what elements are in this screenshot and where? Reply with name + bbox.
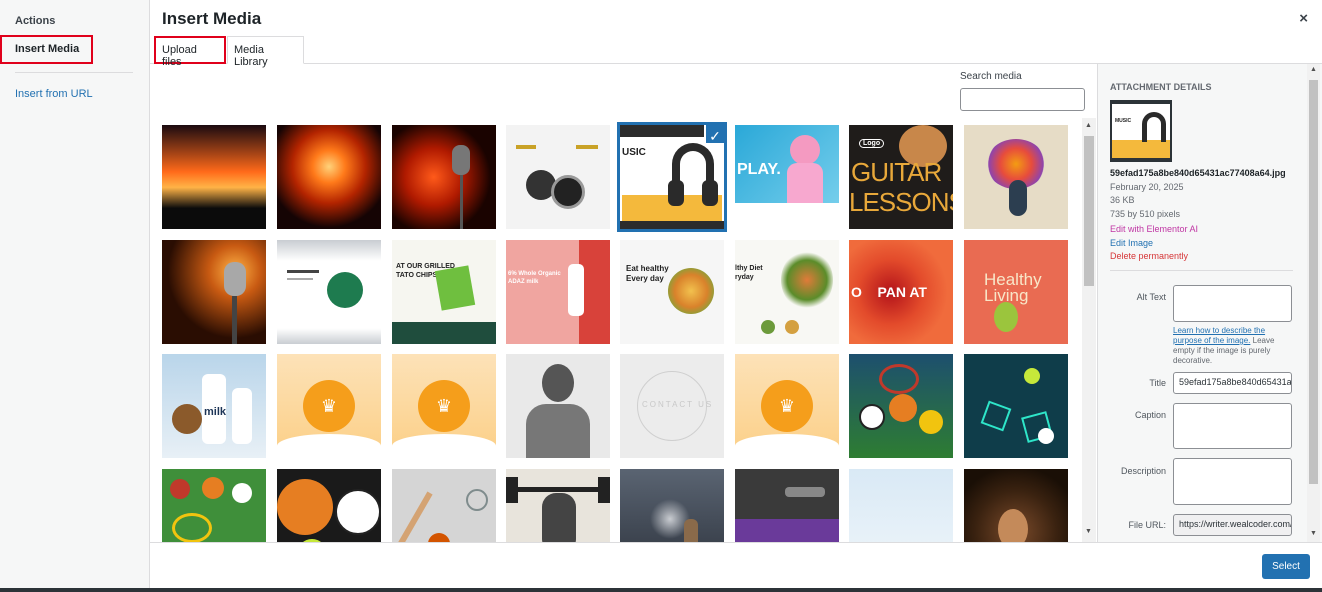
grid-scrollbar[interactable]: ▲ ▼ (1082, 118, 1096, 542)
alt-text-field[interactable] (1173, 285, 1292, 322)
media-item-pomegranate[interactable]: O PAN AT (849, 240, 953, 344)
caption-label: Caption (1134, 410, 1166, 420)
media-item-grilled-chips[interactable]: AT OUR GRILLED TATO CHIPS (392, 240, 496, 344)
edit-image-link[interactable]: Edit Image (1110, 238, 1153, 248)
media-item-healthy-living[interactable]: Healthy Living (964, 240, 1068, 344)
thumb-text-milk: milk (204, 406, 227, 418)
media-item-crown-orange-1[interactable]: ♛ (277, 354, 381, 458)
media-toolbar: Select (150, 542, 1322, 588)
thumb-text-pomeg: O PAN AT (851, 284, 927, 300)
caption-field[interactable] (1173, 403, 1292, 449)
media-item-crown-orange-3[interactable]: ♛ (735, 354, 839, 458)
media-item-music-headphones[interactable]: USIC ✓ (617, 122, 727, 232)
menu-heading: Actions (15, 15, 56, 27)
media-item-man-portrait[interactable] (506, 354, 610, 458)
tab-media-library[interactable]: Media Library (227, 36, 304, 68)
media-item-basketball-soccer[interactable] (277, 469, 381, 542)
thumb-text-diet: lthy Diet ryday (735, 265, 763, 281)
media-item-tennis-cubes[interactable] (964, 354, 1068, 458)
media-item-gym-rope[interactable] (620, 469, 724, 542)
media-item-weightlifter[interactable] (506, 469, 610, 542)
media-item-play-headphones[interactable]: PLAY. (735, 125, 839, 229)
media-item-sports-grass[interactable] (162, 469, 266, 542)
thumb-text-contact: CONTACT US (642, 400, 714, 409)
sidebar-scrollbar[interactable]: ▲ ▼ (1307, 64, 1320, 542)
tab-upload-files[interactable]: Upload files (154, 36, 226, 68)
alt-text-label: Alt Text (1136, 292, 1166, 302)
thumb-text-logo: Logo (859, 139, 885, 148)
attachment-preview-image: MUSIC (1110, 100, 1172, 162)
media-item-eat-healthy[interactable]: Eat healthy Every day (620, 240, 724, 344)
menu-item-insert-media[interactable]: Insert Media (0, 35, 93, 64)
modal-title: Insert Media (162, 9, 262, 28)
sidebar-scrollbar-thumb[interactable] (1309, 80, 1318, 484)
media-frame-menu: Actions Insert Media Insert from URL (0, 0, 150, 588)
bottom-edge (0, 588, 1322, 592)
scroll-up-icon[interactable]: ▲ (1085, 122, 1092, 129)
attachment-date: February 20, 2025 (1110, 182, 1184, 192)
media-item-drum-kit[interactable] (506, 125, 610, 229)
thumb-text-milk-org: 6% Whole Organic ADAZ milk (508, 271, 561, 285)
search-input[interactable] (960, 88, 1085, 111)
media-item-sports-balls[interactable] (849, 354, 953, 458)
media-item-healthy-diet[interactable]: lthy Diet ryday (735, 240, 839, 344)
media-item-blue-sky[interactable] (849, 469, 953, 542)
media-item-microphone-stage[interactable] (162, 240, 266, 344)
sidebar-scroll-up-icon[interactable]: ▲ (1310, 66, 1317, 73)
attachment-details-heading: ATTACHMENT DETAILS (1110, 82, 1212, 92)
grid-scrollbar-thumb[interactable] (1084, 136, 1094, 286)
media-item-dumbbells[interactable] (735, 469, 839, 542)
title-label: Title (1149, 378, 1166, 388)
media-grid: USIC ✓ PLAY. Logo GUITAR LESSONS AT OUR … (150, 118, 1082, 542)
description-label: Description (1120, 466, 1166, 476)
preview-text: MUSIC (1115, 118, 1132, 124)
media-item-microphone-flames[interactable] (392, 125, 496, 229)
thumb-text-healthy: Healthy Living (984, 270, 1042, 305)
title-field[interactable]: 59efad175a8be840d65431ac77408a64 (1173, 372, 1292, 394)
media-item-disco-ball[interactable] (277, 125, 381, 229)
search-label: Search media (960, 71, 1022, 82)
thumb-text-music: USIC (622, 147, 646, 158)
file-url-field[interactable]: https://writer.wealcoder.com/wp-content/… (1173, 514, 1292, 536)
media-item-baseball-bat[interactable] (392, 469, 496, 542)
thumb-text-lessons: LESSONS (849, 187, 953, 217)
media-item-organic-milk[interactable]: 6% Whole Organic ADAZ milk (506, 240, 610, 344)
edit-elementor-ai-link[interactable]: Edit with Elementor AI (1110, 224, 1198, 234)
media-item-crown-orange-2[interactable]: ♛ (392, 354, 496, 458)
file-url-label: File URL: (1128, 520, 1166, 530)
alt-text-help: Learn how to describe the purpose of the… (1173, 326, 1293, 366)
attachment-filename: 59efad175a8be840d65431ac77408a64.jpg (1110, 168, 1286, 178)
thumb-text-eat: Eat healthy Every day (626, 264, 669, 283)
thumb-text-guitar: GUITAR (851, 157, 942, 187)
media-item-woman-dust[interactable] (964, 469, 1068, 542)
media-item-guitar-lessons[interactable]: Logo GUITAR LESSONS (849, 125, 953, 229)
attachment-dimensions: 735 by 510 pixels (1110, 209, 1181, 219)
attachment-details-sidebar: ATTACHMENT DETAILS MUSIC 59efad175a8be84… (1097, 64, 1322, 542)
selected-check-icon[interactable]: ✓ (704, 125, 724, 145)
scroll-down-icon[interactable]: ▼ (1085, 528, 1092, 535)
sidebar-scroll-down-icon[interactable]: ▼ (1310, 530, 1317, 537)
details-divider (1110, 270, 1293, 271)
description-field[interactable] (1173, 458, 1292, 505)
media-item-coconut-website[interactable] (277, 240, 381, 344)
media-item-contact-us[interactable]: CONTACT US (620, 354, 724, 458)
media-item-tree-music-splash[interactable] (964, 125, 1068, 229)
media-item-concert-crowd[interactable] (162, 125, 266, 229)
thumb-text-play: PLAY. (737, 161, 781, 178)
delete-permanently-link[interactable]: Delete permanently (1110, 251, 1188, 261)
menu-item-insert-from-url[interactable]: Insert from URL (15, 88, 93, 100)
media-item-milk-bottles[interactable]: milk (162, 354, 266, 458)
menu-separator (15, 72, 133, 73)
attachment-filesize: 36 KB (1110, 195, 1135, 205)
close-icon[interactable]: × (1299, 10, 1308, 27)
select-button[interactable]: Select (1262, 554, 1310, 579)
